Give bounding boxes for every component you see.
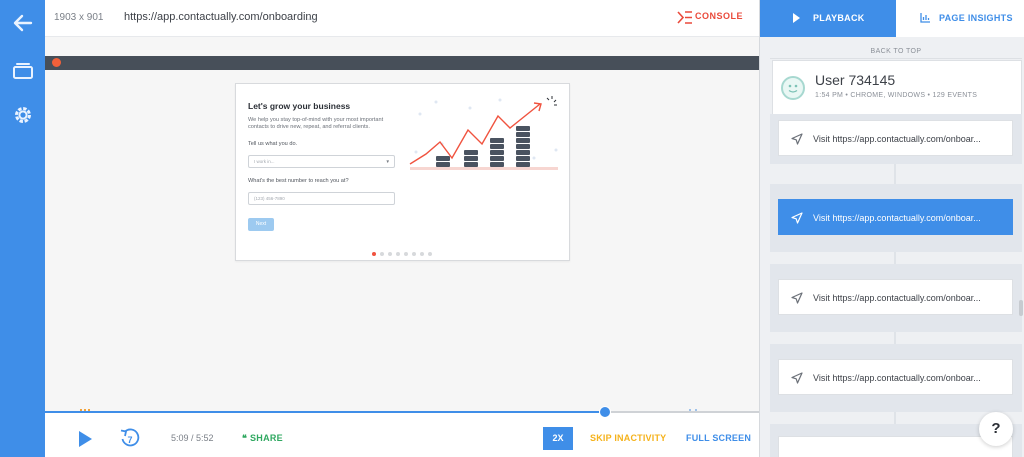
skip-inactivity-toggle[interactable]: SKIP INACTIVITY: [590, 433, 666, 443]
user-card: User 734145 1:54 PM • CHROME, WINDOWS • …: [772, 60, 1022, 115]
step-dot[interactable]: [396, 252, 400, 256]
play-icon: [793, 13, 800, 23]
tab-page-insights-label: PAGE INSIGHTS: [939, 13, 1013, 23]
console-button[interactable]: CONSOLE: [695, 11, 743, 21]
step-dot[interactable]: [404, 252, 408, 256]
event-group: Visit https://app.contactually.com/onboa…: [770, 264, 1022, 332]
occupation-select[interactable]: I work in... ▼: [248, 155, 395, 168]
sidebar-scrollbar[interactable]: [1019, 300, 1023, 316]
playback-time: 5:09 / 5:52: [171, 433, 214, 443]
event-group: Visit https://app.contactually.com/onboa…: [770, 184, 1022, 252]
top-bar: 1903 x 901 https://app.contactually.com/…: [45, 0, 759, 37]
step-dot[interactable]: [388, 252, 392, 256]
step-dot[interactable]: [372, 252, 376, 256]
quote-icon: ❝: [242, 433, 248, 443]
step-dots: [372, 243, 436, 261]
playback-controls: 7 5:09 / 5:52 ❝ SHARE 2X SKIP INACTIVITY…: [45, 418, 759, 457]
navigate-arrow-icon: [791, 133, 803, 145]
viewport-dimensions: 1903 x 901: [54, 12, 104, 23]
help-button[interactable]: ?: [979, 412, 1013, 446]
navigate-arrow-icon: [791, 212, 803, 224]
event-item[interactable]: Visit https://app.contactually.com/onboa…: [778, 279, 1013, 315]
card-title: Let's grow your business: [248, 101, 351, 111]
event-item[interactable]: Visit https://app.contactually.com/onboa…: [778, 359, 1013, 395]
next-button[interactable]: Next: [248, 218, 274, 231]
event-item[interactable]: Visit https://app.contactually.com/onboa…: [778, 120, 1013, 156]
occupation-label: Tell us what you do.: [248, 141, 298, 147]
full-screen-button[interactable]: FULL SCREEN: [686, 433, 751, 443]
rewind-icon[interactable]: 7: [119, 427, 141, 449]
step-dot[interactable]: [412, 252, 416, 256]
caret-down-icon: ▼: [385, 159, 390, 164]
event-text: Visit https://app.contactually.com/onboa…: [813, 134, 981, 144]
step-dot[interactable]: [380, 252, 384, 256]
replay-viewport: Let's grow your business We help you sta…: [45, 37, 759, 392]
event-item-active[interactable]: Visit https://app.contactually.com/onboa…: [778, 199, 1013, 235]
avatar: [781, 76, 805, 100]
event-connector: [894, 332, 896, 344]
step-dot[interactable]: [420, 252, 424, 256]
gear-icon[interactable]: [11, 103, 35, 127]
card-description: We help you stay top-of-mind with your m…: [248, 117, 384, 130]
tab-playback-label: PLAYBACK: [813, 13, 865, 23]
navigate-arrow-icon: [791, 292, 803, 304]
session-sidebar: PLAYBACK PAGE INSIGHTS BACK TO TOP User …: [759, 0, 1024, 457]
navigate-arrow-icon: [791, 372, 803, 384]
share-button[interactable]: ❝ SHARE: [242, 433, 283, 444]
play-icon[interactable]: [79, 431, 92, 447]
user-name: User 734145: [815, 72, 896, 88]
growth-illustration: [409, 96, 558, 170]
user-session-meta: 1:54 PM • CHROME, WINDOWS • 129 EVENTS: [815, 92, 978, 99]
page-url[interactable]: https://app.contactually.com/onboarding: [124, 11, 318, 23]
event-connector: [894, 412, 896, 424]
arrow-left-icon[interactable]: [11, 11, 35, 35]
left-rail: [0, 0, 45, 457]
event-text: Visit https://app.contactually.com/onboa…: [813, 373, 981, 383]
speed-button[interactable]: 2X: [543, 427, 573, 450]
phone-placeholder: (123) 456-7890: [254, 196, 285, 201]
event-group: Visit https://app.contactually.com/onboa…: [770, 114, 1022, 164]
phone-label: What's the best number to reach you at?: [248, 178, 349, 184]
timeline-track[interactable]: [45, 411, 759, 413]
timeline-scrubber[interactable]: [599, 406, 611, 418]
event-connector: [894, 164, 896, 184]
event-text: Visit https://app.contactually.com/onboa…: [813, 293, 981, 303]
arrow-right-icon[interactable]: →: [305, 10, 317, 24]
app-header-bar: [45, 56, 759, 70]
console-icon[interactable]: [677, 11, 693, 24]
event-item-partial[interactable]: [778, 436, 1013, 457]
event-group: Visit https://app.contactually.com/onboa…: [770, 344, 1022, 412]
bar-chart-icon: [920, 13, 930, 23]
share-label: SHARE: [249, 433, 283, 443]
back-to-top-link[interactable]: BACK TO TOP: [770, 45, 1022, 59]
rewind-seconds: 7: [128, 435, 133, 445]
event-connector: [894, 252, 896, 264]
tab-playback[interactable]: PLAYBACK: [760, 0, 896, 37]
phone-input[interactable]: (123) 456-7890: [248, 192, 395, 205]
occupation-placeholder: I work in...: [254, 159, 275, 164]
event-text: Visit https://app.contactually.com/onboa…: [813, 213, 981, 223]
app-logo-icon: [52, 58, 61, 67]
onboarding-card: Let's grow your business We help you sta…: [235, 83, 570, 261]
timeline-progress: [45, 411, 606, 413]
session-replay-app: 1903 x 901 https://app.contactually.com/…: [0, 0, 1024, 457]
timeline-area: [45, 392, 759, 412]
step-dot[interactable]: [428, 252, 432, 256]
tab-page-insights[interactable]: PAGE INSIGHTS: [896, 0, 1024, 37]
stack-icon[interactable]: [11, 58, 35, 82]
